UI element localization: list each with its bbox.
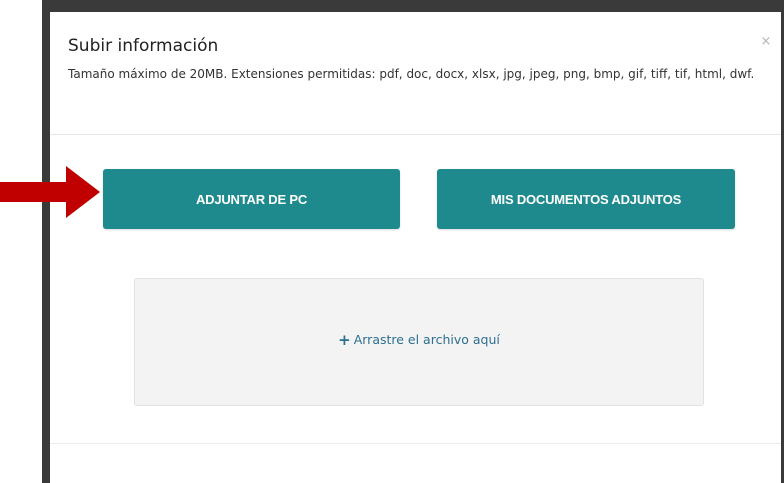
plus-icon: + [338, 331, 351, 349]
upload-modal: Subir información Tamaño máximo de 20MB.… [50, 12, 781, 483]
backdrop-overlay-top [42, 0, 784, 12]
dropzone-label: Arrastre el archivo aquí [353, 332, 500, 347]
backdrop-overlay-left [42, 0, 50, 483]
file-dropzone[interactable]: + Arrastre el archivo aquí [134, 278, 704, 406]
my-attachments-button[interactable]: MIS DOCUMENTOS ADJUNTOS [437, 169, 735, 229]
modal-title: Subir información [68, 36, 219, 56]
arrow-shape [0, 166, 100, 218]
modal-subtitle: Tamaño máximo de 20MB. Extensiones permi… [68, 67, 755, 81]
close-button[interactable]: × [758, 34, 774, 50]
dropzone-label-wrapper: + Arrastre el archivo aquí [135, 331, 703, 349]
attach-from-pc-button[interactable]: ADJUNTAR DE PC [103, 169, 400, 229]
modal-footer-divider [50, 443, 781, 444]
red-arrow-indicator [0, 166, 100, 218]
modal-header: Subir información Tamaño máximo de 20MB.… [50, 12, 781, 135]
